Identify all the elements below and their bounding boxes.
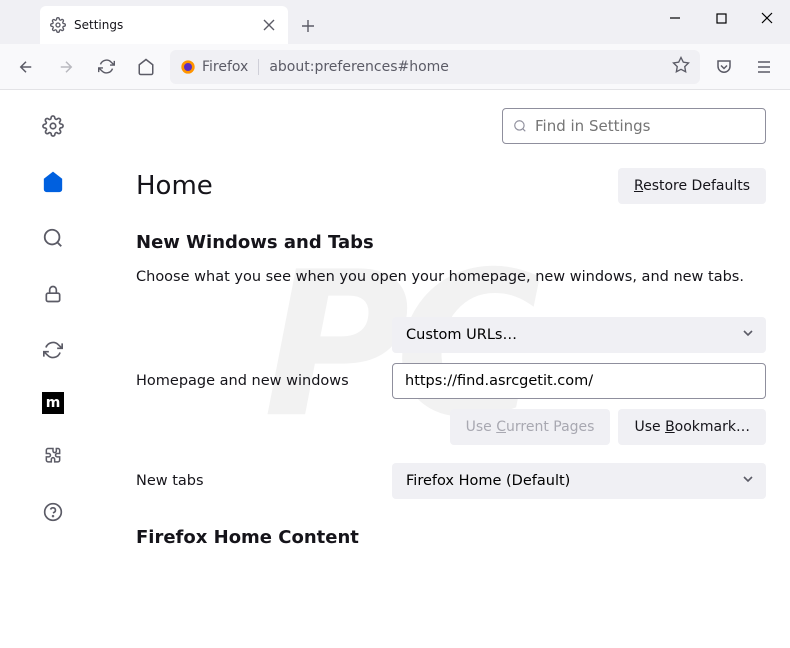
use-bookmark-button[interactable]: Use Bookmark… (618, 409, 766, 445)
identity-box[interactable]: Firefox (180, 59, 259, 75)
close-window-button[interactable] (744, 0, 790, 36)
maximize-button[interactable] (698, 0, 744, 36)
homepage-label: Homepage and new windows (136, 373, 392, 389)
sidebar-home[interactable] (39, 168, 67, 196)
section-desc: Choose what you see when you open your h… (136, 267, 766, 287)
pocket-button[interactable] (708, 51, 740, 83)
search-icon (513, 119, 527, 133)
section-title-windows-tabs: New Windows and Tabs (136, 232, 766, 253)
minimize-button[interactable] (652, 0, 698, 36)
sidebar-sync[interactable] (39, 336, 67, 364)
find-in-settings[interactable] (502, 108, 766, 144)
restore-defaults-button[interactable]: Restore Defaults (618, 168, 766, 204)
sidebar-search[interactable] (39, 224, 67, 252)
sidebar-help[interactable] (39, 498, 67, 526)
close-icon[interactable] (260, 16, 278, 34)
homepage-mode-dropdown[interactable]: Custom URLs… (392, 317, 766, 353)
dropdown-value: Custom URLs… (406, 327, 517, 343)
back-button[interactable] (10, 51, 42, 83)
search-input[interactable] (535, 117, 755, 135)
chevron-down-icon (742, 327, 754, 343)
menu-button[interactable] (748, 51, 780, 83)
use-current-pages-button: Use Current Pages (450, 409, 611, 445)
sidebar-privacy[interactable] (39, 280, 67, 308)
sidebar-extensions[interactable] (39, 442, 67, 470)
url-bar[interactable]: Firefox about:preferences#home (170, 50, 700, 84)
forward-button[interactable] (50, 51, 82, 83)
url-text: about:preferences#home (269, 59, 662, 75)
browser-tab[interactable]: Settings (40, 6, 288, 44)
tab-title: Settings (74, 18, 252, 32)
identity-label: Firefox (202, 59, 248, 75)
sidebar-more-badge[interactable]: m (42, 392, 64, 414)
bookmark-star-icon[interactable] (672, 56, 690, 78)
firefox-icon (180, 59, 196, 75)
chevron-down-icon (742, 473, 754, 489)
section-title-home-content: Firefox Home Content (136, 527, 766, 548)
homepage-url-input[interactable] (392, 363, 766, 399)
new-tab-button[interactable] (292, 10, 324, 42)
dropdown-value: Firefox Home (Default) (406, 473, 570, 489)
home-toolbar-button[interactable] (130, 51, 162, 83)
page-title: Home (136, 171, 213, 201)
sidebar-general[interactable] (39, 112, 67, 140)
reload-button[interactable] (90, 51, 122, 83)
gear-icon (50, 17, 66, 33)
newtabs-dropdown[interactable]: Firefox Home (Default) (392, 463, 766, 499)
newtabs-label: New tabs (136, 473, 392, 489)
